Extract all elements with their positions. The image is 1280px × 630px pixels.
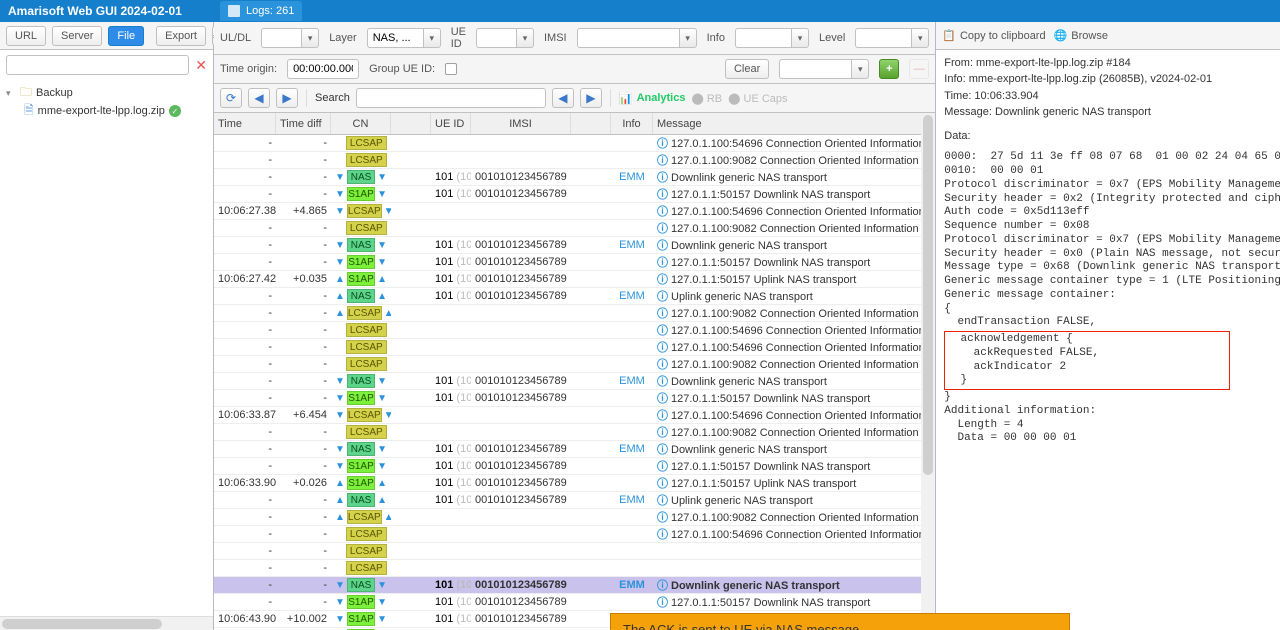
label-uldl: UL/DL (220, 32, 251, 44)
logs-icon (228, 5, 240, 17)
combo-uldl[interactable]: ▾ (261, 28, 319, 48)
label-groupueid: Group UE ID: (369, 63, 435, 75)
app-title: Amarisoft Web GUI 2024-02-01 (8, 4, 182, 18)
table-row[interactable]: --▼S1AP▼101 (100)001010123456789ⓘ127.0.1… (214, 594, 935, 611)
table-row[interactable]: --LCSAPⓘ127.0.1.100:9082 Connection Orie… (214, 356, 935, 373)
table-row[interactable]: --▼NAS▼101 (100)001010123456789EMMⓘDownl… (214, 237, 935, 254)
label-layer: Layer (329, 32, 357, 44)
table-row[interactable]: 10:06:27.424+0.035▲S1AP▲101 (100)0010101… (214, 271, 935, 288)
table-row[interactable]: --▼NAS▼101 (100)001010123456789EMMⓘDownl… (214, 441, 935, 458)
left-search-input[interactable] (6, 55, 189, 75)
table-row[interactable]: --LCSAPⓘ127.0.1.100:9082 Connection Orie… (214, 424, 935, 441)
checkbox-groupueid[interactable] (445, 63, 457, 75)
table-row[interactable]: --LCSAPⓘ127.0.1.100:54696 Connection Ori… (214, 135, 935, 152)
copy-button[interactable]: 📋 Copy to clipboard (942, 29, 1045, 42)
combo-layer[interactable]: ▾ (367, 28, 441, 48)
table-row[interactable]: --LCSAPⓘ127.0.1.100:54696 Connection Ori… (214, 322, 935, 339)
add-button-icon[interactable]: + (879, 59, 899, 79)
expand-icon: ▾ (6, 88, 16, 99)
vertical-scrollbar[interactable] (921, 113, 935, 630)
table-row[interactable]: --LCSAPⓘ127.0.1.100:9082 Connection Orie… (214, 152, 935, 169)
file-button[interactable]: File (108, 26, 144, 46)
table-row[interactable]: --LCSAPⓘ127.0.1.100:9082 Connection Orie… (214, 220, 935, 237)
analytics-link[interactable]: 📊 Analytics (619, 92, 686, 105)
detail-from: From: mme-export-lte-lpp.log.zip #184 (944, 56, 1280, 70)
remove-button-icon[interactable]: — (909, 59, 929, 79)
server-button[interactable]: Server (52, 26, 102, 46)
table-row[interactable]: --LCSAPⓘ127.0.1.100:54696 Connection Ori… (214, 526, 935, 543)
detail-decoded-post: } Additional information: Length = 4 Dat… (944, 391, 1280, 446)
tree-file-logzip[interactable]: mme-export-lte-lpp.log.zip ✓ (6, 102, 207, 120)
prev-icon[interactable]: ◀ (248, 88, 270, 108)
rb-link: ⬤ RB (691, 92, 722, 105)
combo-level[interactable]: ▾ (855, 28, 929, 48)
search-next-icon[interactable]: ▶ (580, 88, 602, 108)
table-row[interactable]: --LCSAPⓘ127.0.1.100:54696 Connection Ori… (214, 339, 935, 356)
refresh-icon[interactable]: ⟳ (220, 88, 242, 108)
table-row[interactable]: --▼S1AP▼101 (100)001010123456789ⓘ127.0.1… (214, 390, 935, 407)
next-icon[interactable]: ▶ (276, 88, 298, 108)
tree-folder-backup[interactable]: ▾ Backup (6, 84, 207, 102)
url-button[interactable]: URL (6, 26, 46, 46)
tab-label: Logs: 261 (246, 5, 294, 17)
table-row[interactable]: --LCSAP (214, 543, 935, 560)
search-prev-icon[interactable]: ◀ (552, 88, 574, 108)
tab-logs[interactable]: Logs: 261 (220, 1, 302, 21)
table-row[interactable]: --▼NAS▼101 (100)001010123456789EMMⓘDownl… (214, 169, 935, 186)
combo-ueid[interactable]: ▾ (476, 28, 534, 48)
ok-icon: ✓ (169, 105, 181, 117)
detail-info: Info: mme-export-lte-lpp.log.zip (26085B… (944, 72, 1280, 86)
detail-data-label: Data: (944, 129, 1280, 143)
label-info: Info (707, 32, 725, 44)
table-row[interactable]: --▲LCSAP▲ⓘ127.0.1.100:9082 Connection Or… (214, 509, 935, 526)
detail-time: Time: 10:06:33.904 (944, 89, 1280, 103)
annotation-callout: The ACK is sent to UE via NAS message (610, 613, 1070, 630)
detail-message: Message: Downlink generic NAS transport (944, 105, 1280, 119)
search-label: Search (315, 92, 350, 104)
left-horizontal-scrollbar[interactable] (0, 616, 213, 630)
file-icon (24, 101, 34, 122)
table-row[interactable]: 10:06:33.878+6.454▼LCSAP▼ⓘ127.0.1.100:54… (214, 407, 935, 424)
table-row[interactable]: --▲NAS▲101 (100)001010123456789EMMⓘUplin… (214, 288, 935, 305)
table-header: TimeTime diffCN UE IDIMSI InfoMessage (214, 113, 935, 135)
label-imsi: IMSI (544, 32, 567, 44)
table-row[interactable]: --▼S1AP▼101 (100)001010123456789ⓘ127.0.1… (214, 458, 935, 475)
label-level: Level (819, 32, 845, 44)
table-row[interactable]: --▼NAS▼101 (100)001010123456789EMMⓘDownl… (214, 577, 935, 594)
label-ueid: UE ID (451, 26, 466, 50)
detail-hex: 0000: 27 5d 11 3e ff 08 07 68 01 00 02 2… (944, 151, 1280, 179)
clear-button[interactable]: Clear (725, 59, 769, 79)
table-row[interactable]: --LCSAP (214, 560, 935, 577)
input-timeorigin[interactable] (287, 59, 359, 79)
combo-imsi[interactable]: ▾ (577, 28, 697, 48)
combo-extra[interactable]: ▾ (779, 59, 869, 79)
table-row[interactable]: --▲NAS▲101 (100)001010123456789EMMⓘUplin… (214, 492, 935, 509)
table-row[interactable]: --▼S1AP▼101 (100)001010123456789ⓘ127.0.1… (214, 254, 935, 271)
table-row[interactable]: --▼S1AP▼101 (100)001010123456789ⓘ127.0.1… (214, 186, 935, 203)
uecaps-link: ⬤ UE Caps (728, 92, 787, 105)
detail-decoded-pre: Protocol discriminator = 0x7 (EPS Mobili… (944, 179, 1280, 330)
clear-search-icon[interactable]: ✕ (195, 57, 207, 74)
table-row[interactable]: 10:06:27.389+4.865▼LCSAP▼ⓘ127.0.1.100:54… (214, 203, 935, 220)
combo-info[interactable]: ▾ (735, 28, 809, 48)
label-timeorigin: Time origin: (220, 63, 277, 75)
table-row[interactable]: --▼NAS▼101 (100)001010123456789EMMⓘDownl… (214, 373, 935, 390)
search-input[interactable] (356, 88, 546, 108)
table-row[interactable]: 10:06:33.904+0.026▲S1AP▲101 (100)0010101… (214, 475, 935, 492)
export-button[interactable]: Export (156, 26, 206, 46)
detail-decoded-box: acknowledgement { ackRequested FALSE, ac… (944, 331, 1230, 390)
browse-button[interactable]: 🌐 Browse (1054, 29, 1108, 42)
table-row[interactable]: --▲LCSAP▲ⓘ127.0.1.100:9082 Connection Or… (214, 305, 935, 322)
